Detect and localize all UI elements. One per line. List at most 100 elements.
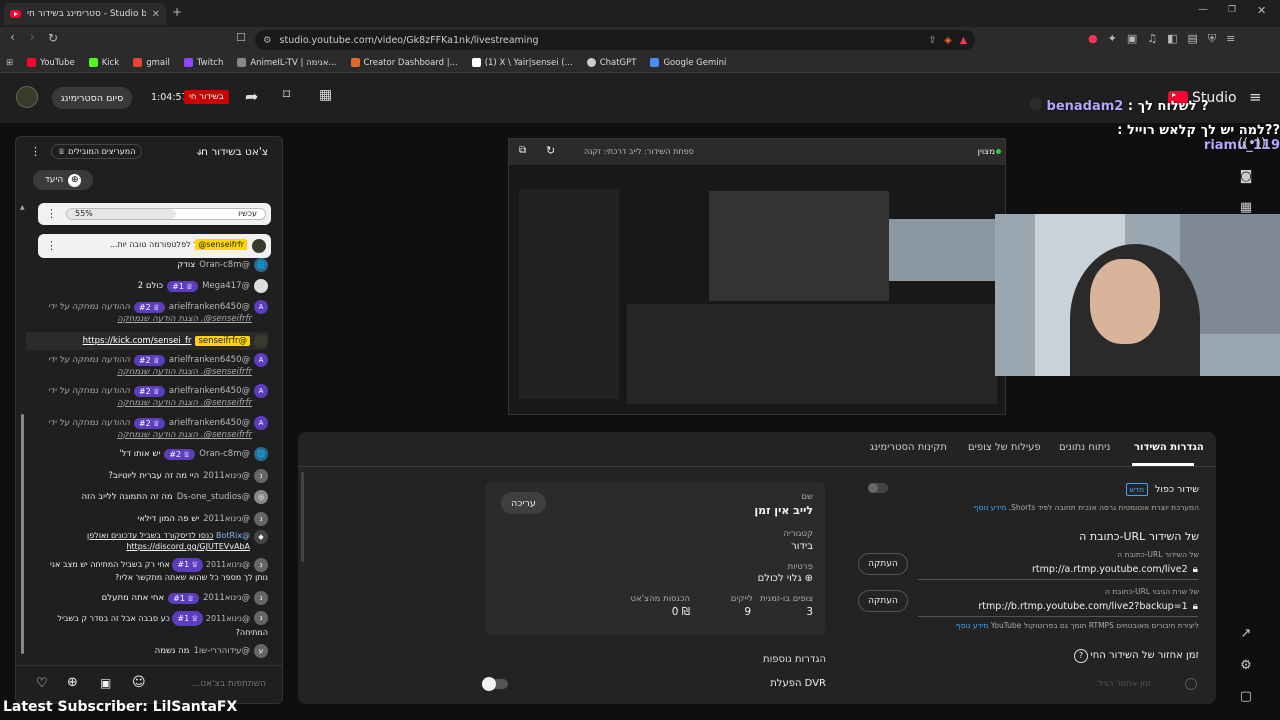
preview-copy-icon[interactable]: ⧉ — [519, 145, 526, 156]
close-tab-icon[interactable]: ✕ — [152, 9, 160, 20]
apps-grid-icon[interactable]: ⊞ — [6, 58, 13, 68]
deleted-note[interactable]: senseifrfr@. הצגת הודעה שנמחקה — [117, 314, 252, 324]
bookmark-gemini[interactable]: Google Gemini — [650, 58, 726, 68]
camera-icon[interactable]: ◙ — [1238, 169, 1254, 185]
deleted-note[interactable]: senseifrfr@. הצגת הודעה שנמחקה — [117, 430, 252, 440]
bookmark-gmail[interactable]: gmail — [133, 58, 170, 68]
browser-tab[interactable]: סטרימינג בשידור חי - Studio be ✕ — [4, 3, 166, 25]
bookmark-creator-dashboard[interactable]: Creator Dashboard |... — [350, 58, 458, 68]
super-chat-icon[interactable]: ▣ — [100, 676, 111, 690]
chat-message[interactable]: נ @נינוא2011 יש פה המון דילאי — [137, 512, 268, 526]
poll-banner[interactable]: ⋮ 55% עכשיו — [38, 203, 271, 225]
preview-reload-icon[interactable]: ↻ — [546, 144, 555, 157]
chat-message[interactable]: A @arielfranken6450 ♕ #2 ההודעה נמחקה על … — [48, 416, 268, 430]
menu-icon[interactable]: ≡ — [1226, 32, 1235, 46]
chat-message[interactable]: ע @עידוהררי-שו1 מה נשמה — [155, 644, 268, 658]
chat-message[interactable]: נ @נינוא2011 ♕ #1 כע סבבה אבל זה בסדר ק ב… — [44, 611, 268, 639]
chat-message[interactable]: נ @נינוא2011 ♕ #1 אחי רק בשביל המתיחה יש … — [44, 558, 268, 584]
chat-more-icon[interactable]: ⋮ — [30, 145, 41, 158]
bookmark-kick[interactable]: Kick — [88, 58, 119, 68]
share-stream-icon[interactable]: ➦ — [245, 87, 258, 106]
tab-viewer-activity[interactable]: פעילות של צופים — [968, 442, 1041, 453]
chat-message[interactable]: @senseifrfr https://kick.com/sensei_fr — [26, 332, 268, 350]
bookmark-x[interactable]: (1) X \ Yair|sensei (... — [471, 58, 573, 68]
address-bar[interactable]: ⚙ studio.youtube.com/video/Gk8zFFKa1nk/l… — [255, 30, 975, 50]
chat-scrollbar[interactable]: ▲ — [20, 199, 25, 659]
copy-server-url-button[interactable]: העתקה — [858, 553, 908, 575]
rtmps-learn-more-link[interactable]: מידע נוסף — [956, 621, 989, 630]
emoji-icon[interactable]: ☺ — [132, 675, 146, 690]
learn-more-link[interactable]: מידע נוסף — [974, 503, 1007, 512]
bookmark-twitch[interactable]: Twitch — [183, 58, 223, 68]
add-icon[interactable]: ⊕ — [67, 675, 78, 690]
calendar-icon[interactable]: ▦ — [1238, 200, 1254, 216]
pinned-more-icon[interactable]: ⋮ — [46, 239, 57, 252]
backup-url-field[interactable]: rtmp://b.rtmp.youtube.com/live2?backup=1… — [918, 597, 1198, 617]
media-icon[interactable]: ♫ — [1147, 32, 1157, 46]
vpn-icon[interactable]: ⛨ — [1208, 32, 1216, 46]
deleted-note[interactable]: senseifrfr@. הצגת הודעה שנמחקה — [117, 398, 252, 408]
bookmark-chatgpt[interactable]: ChatGPT — [586, 58, 636, 68]
close-window-icon[interactable]: ✕ — [1257, 4, 1266, 17]
chat-message[interactable]: נ @נינוא2011 ♕ #1 אחי אתה מתעלם — [102, 591, 268, 605]
chat-message[interactable]: 🌐 @Oran-c8m ♕ #2 יש אותו דל' — [119, 447, 268, 461]
end-stream-button[interactable]: סיום הסטרימינג — [52, 87, 132, 109]
tab-analytics[interactable]: ניתוח נתונים — [1059, 442, 1110, 453]
dual-broadcast-toggle[interactable] — [868, 483, 888, 493]
forward-icon[interactable]: › — [30, 30, 35, 44]
back-icon[interactable]: ‹ — [10, 30, 15, 44]
copy-backup-url-button[interactable]: העתקה — [858, 590, 908, 612]
expand-icon[interactable]: ↗ — [1238, 626, 1254, 642]
live-broadcast-icon[interactable]: ((•)) — [1238, 136, 1266, 152]
screenshot-icon[interactable]: ▣ — [1127, 32, 1137, 46]
settings-scrollbar[interactable] — [301, 472, 304, 562]
poll-more-icon[interactable]: ⋮ — [46, 207, 57, 220]
lock-icon: 🔒︎ — [1192, 564, 1198, 575]
chat-message[interactable]: ◆ @BotRix כנסו לדיסקורד בשביל עדכונים וא… — [52, 530, 268, 552]
bookmark-page-icon[interactable]: ☐ — [236, 31, 246, 44]
site-info-icon[interactable]: ⚙ — [263, 35, 272, 46]
minimize-icon[interactable]: — — [1198, 4, 1208, 15]
chat-message[interactable]: ◎ @Ds-one_studios מה זה התמונה ללייב הזה — [81, 490, 268, 504]
hamburger-menu-icon[interactable]: ≡ — [1249, 88, 1262, 106]
brave-rewards-icon[interactable]: ▲ — [960, 35, 967, 46]
server-url-field[interactable]: rtmp://a.rtmp.youtube.com/live2 🔒︎ — [918, 560, 1198, 580]
bookmarks-bar: ⊞ YouTube Kick gmail Twitch AnimeIL-TV |… — [0, 53, 1280, 73]
bookmark-icon[interactable]: ⌑ — [283, 87, 290, 103]
brave-shield-icon[interactable]: ◈ — [944, 35, 951, 46]
chat-message[interactable]: @Mega417 ♕ #1 כולם 2 — [138, 279, 268, 293]
reload-icon[interactable]: ↻ — [48, 31, 58, 45]
bookmark-youtube[interactable]: YouTube — [27, 58, 75, 68]
pinned-message[interactable]: ⋮ קישור לפלטפורמה טובה יות... @senseifrf… — [38, 234, 271, 258]
chat-message[interactable]: A @arielfranken6450 ♕ #2 ההודעה נמחקה על … — [48, 384, 268, 398]
chat-input[interactable] — [156, 674, 266, 694]
feedback-icon[interactable]: ▢ — [1238, 689, 1254, 705]
latency-radio[interactable] — [1185, 678, 1197, 690]
latency-help-icon[interactable]: ? — [1074, 649, 1088, 663]
clip-icon[interactable]: ▦ — [319, 87, 332, 103]
new-tab-icon[interactable]: + — [172, 5, 182, 19]
chat-mode-dropdown-icon[interactable]: ⌄ — [195, 145, 204, 158]
stream-preview[interactable]: ⧉ ↻ ספחת השידור: לייב דרכתי: זקנה מצוין — [508, 138, 1006, 415]
chat-message[interactable]: 🌐 @Oran-c8m צודק — [177, 258, 268, 272]
heart-icon[interactable]: ♡ — [36, 676, 48, 691]
channel-avatar[interactable] — [16, 86, 38, 108]
edit-button[interactable]: עריכה — [501, 492, 546, 514]
goal-button[interactable]: היעד ⊕ — [33, 170, 93, 190]
extensions-puzzle-icon[interactable]: ✦ — [1108, 32, 1117, 46]
deleted-note[interactable]: senseifrfr@. הצגת הודעה שנמחקה — [117, 367, 252, 377]
extension-icon[interactable]: ● — [1088, 32, 1098, 46]
sidebar-icon[interactable]: ◧ — [1167, 32, 1177, 46]
maximize-icon[interactable]: ❐ — [1228, 5, 1236, 15]
tab-stream-settings[interactable]: הגדרות השידור — [1134, 442, 1204, 453]
bookmark-animeil[interactable]: AnimeIL-TV | אנימה... — [237, 58, 337, 68]
tab-stream-health[interactable]: תקינות הסטרימינג — [870, 442, 947, 453]
top-supporters-chip[interactable]: ♕ המעריצים המובילים — [51, 144, 143, 159]
wallet-icon[interactable]: ▤ — [1188, 32, 1198, 46]
chat-message[interactable]: A @arielfranken6450 ♕ #2 ההודעה נמחקה על … — [48, 353, 268, 367]
dvr-toggle[interactable] — [482, 677, 508, 691]
share-icon[interactable]: ⇪ — [928, 35, 936, 46]
chat-message[interactable]: נ @נינוא2011 היי מה זה עברית ליוטיוב? — [108, 469, 268, 483]
settings-gear-icon[interactable]: ⚙ — [1238, 658, 1254, 674]
chat-message[interactable]: A @arielfranken6450 ♕ #2 ההודעה נמחקה על … — [48, 300, 268, 314]
